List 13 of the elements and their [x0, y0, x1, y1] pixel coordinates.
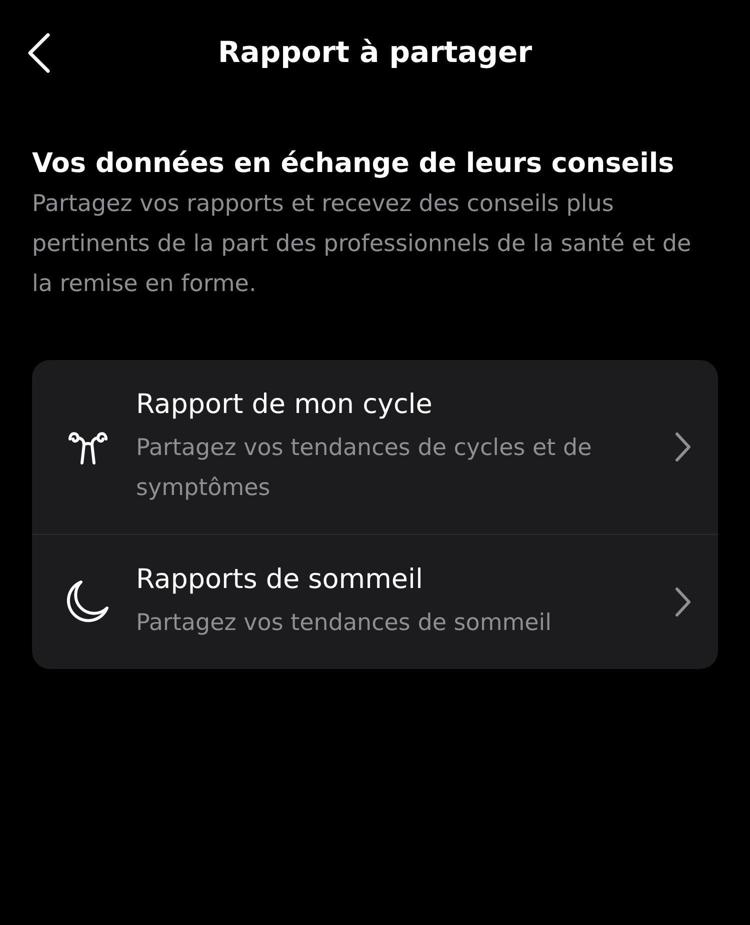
- chevron-right-icon: [674, 431, 692, 463]
- report-title: Rapports de sommeil: [136, 563, 424, 597]
- section-heading: Vos données en échange de leurs conseils: [32, 147, 676, 181]
- moon-icon: [64, 579, 110, 625]
- report-row[interactable]: Rapport de mon cycle Partagez vos tendances de cycles et de symptômes: [32, 360, 718, 534]
- screen-title: Rapport à partager: [218, 34, 532, 72]
- report-subtitle: Partagez vos tendances de cycles et de symptômes: [136, 434, 593, 503]
- report-row[interactable]: Rapports de sommeil Partagez vos tendances de sommeil: [32, 534, 718, 669]
- report-title: Rapport de mon cycle: [136, 388, 434, 422]
- back-icon[interactable]: [26, 32, 52, 74]
- chevron-right-icon: [674, 586, 692, 618]
- report-subtitle: Partagez vos tendances de sommeil: [136, 609, 553, 638]
- section-description: Partagez vos rapports et recevez des conseils plus pertinents de la part des professionnels de la santé et de la remise en forme.: [32, 190, 692, 299]
